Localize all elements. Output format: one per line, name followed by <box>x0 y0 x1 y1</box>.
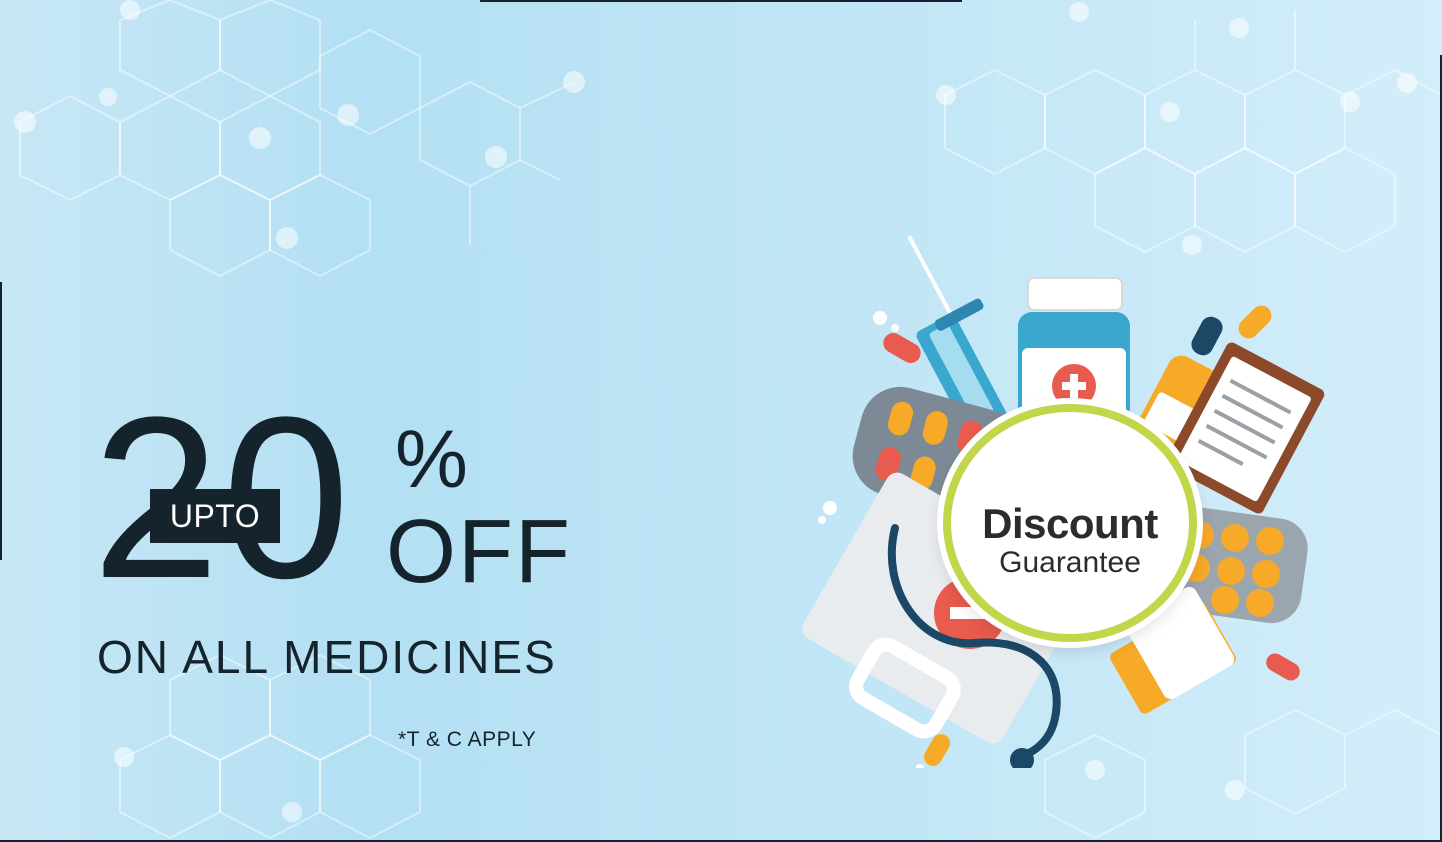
promo-headline: ON ALL MEDICINES <box>97 631 557 683</box>
off-label: OFF <box>386 502 572 602</box>
medicine-bottle-icon <box>1018 277 1130 422</box>
seal-title: Discount <box>982 500 1158 547</box>
percent-sign: % <box>395 414 468 505</box>
upto-badge: UPTO <box>150 489 280 543</box>
discount-guarantee-seal: Discount Guarantee <box>943 404 1197 642</box>
frame-line-left <box>0 282 2 560</box>
terms-note: *T & C APPLY <box>398 728 537 751</box>
seal-subtitle: Guarantee <box>999 546 1141 579</box>
promo-banner[interactable]: 2 0 UPTO % OFF ON ALL MEDICINES *T & C A… <box>0 0 1442 842</box>
frame-line-top <box>480 0 962 2</box>
